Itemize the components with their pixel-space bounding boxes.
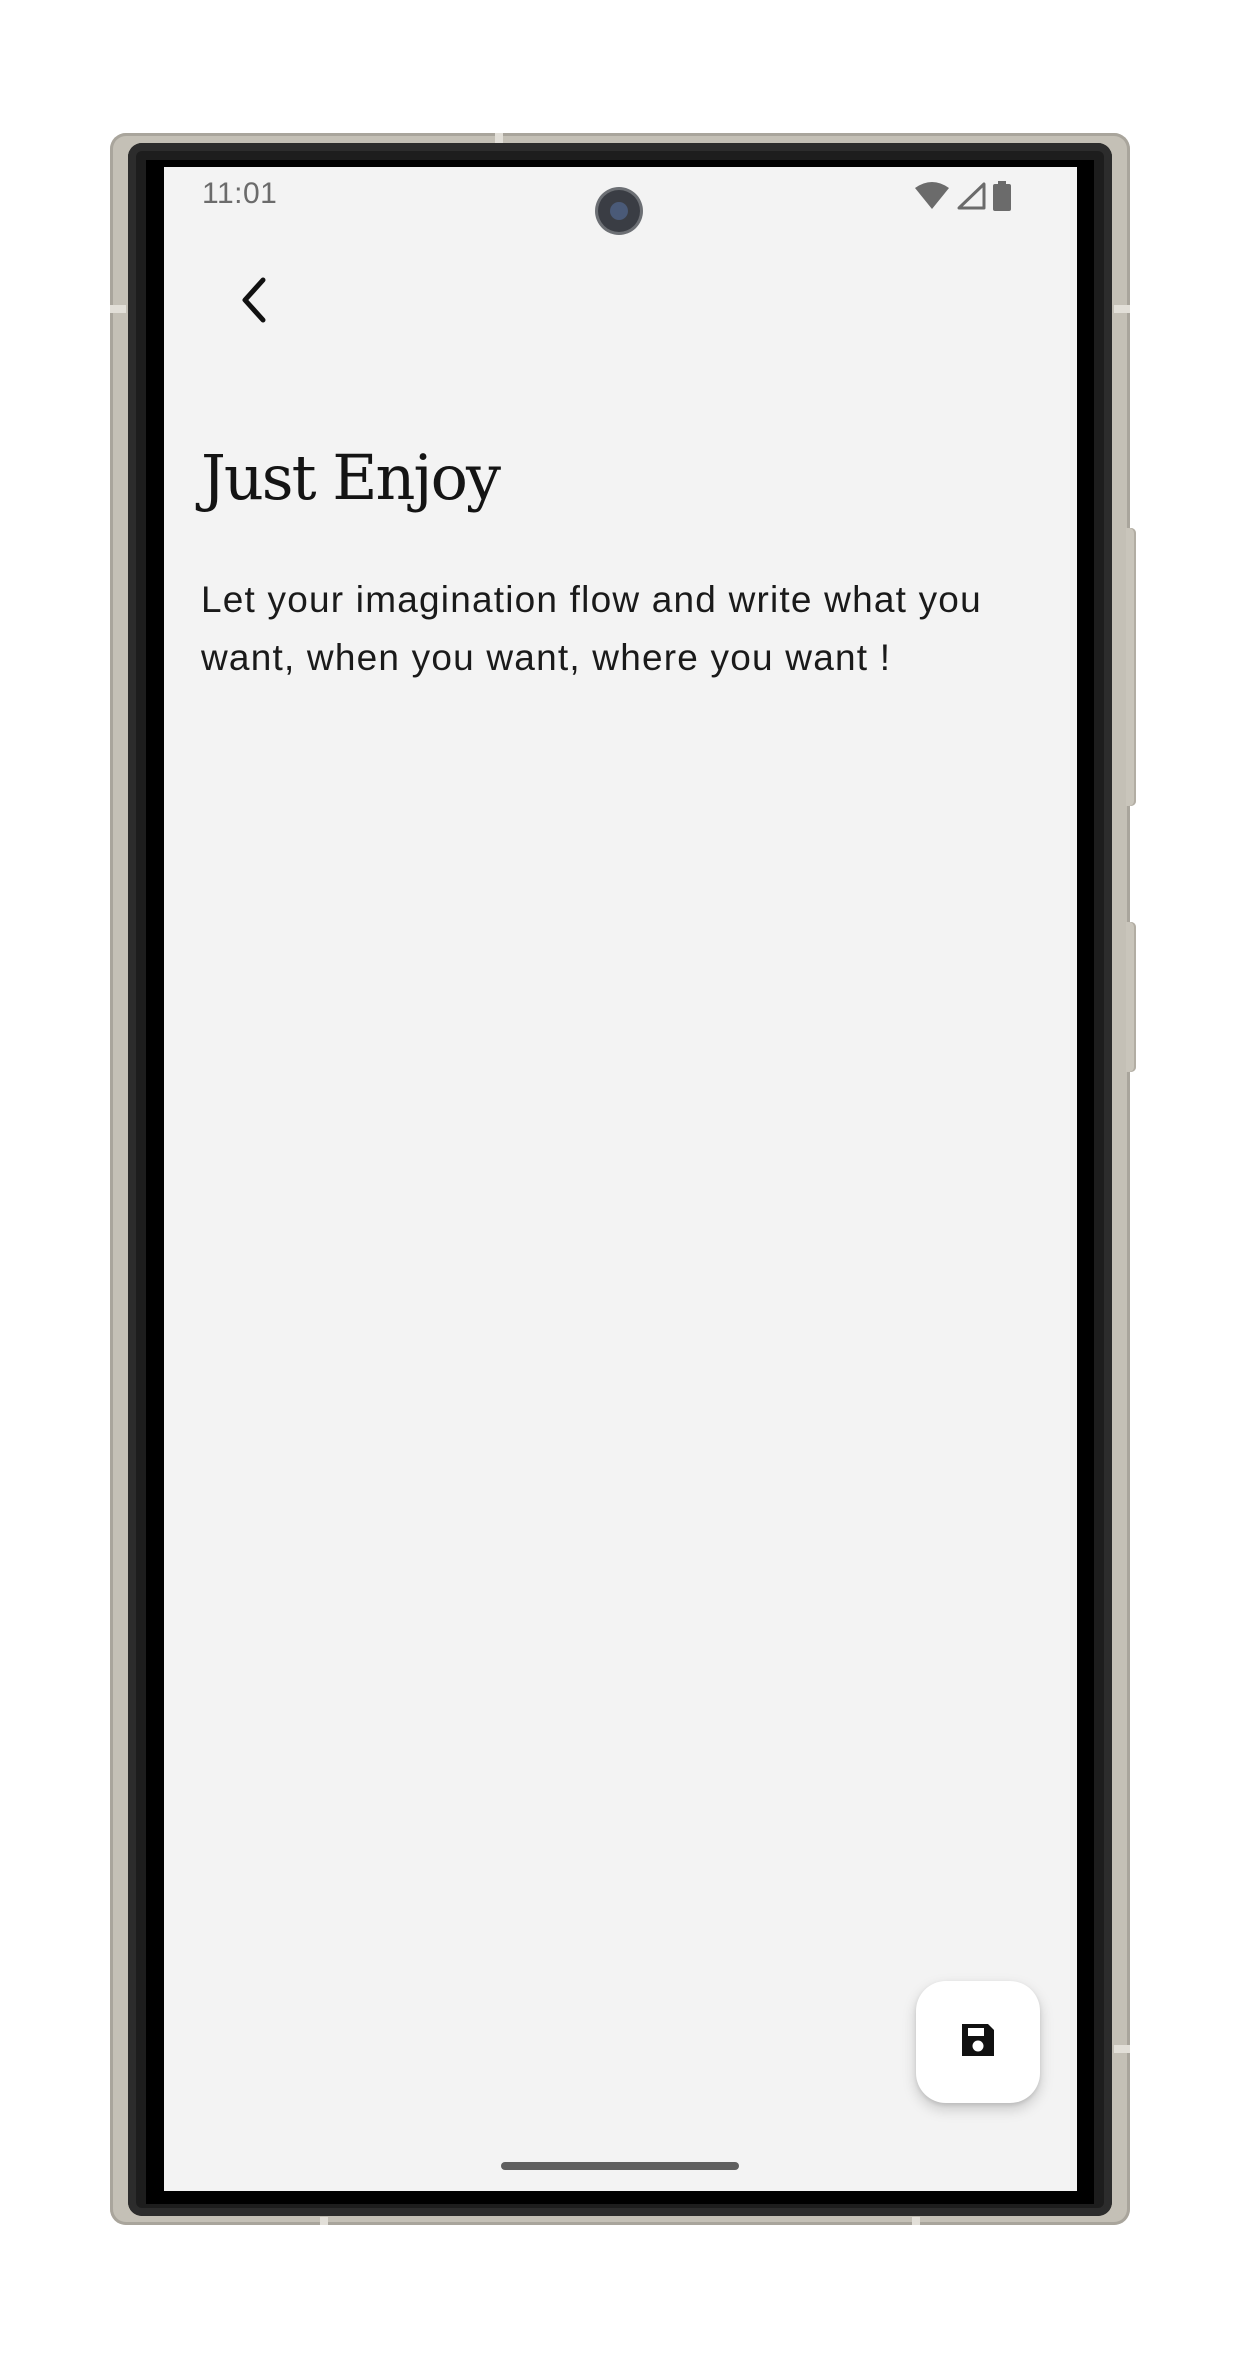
note-body-field[interactable]: Let your imagination flow and write what…: [201, 571, 1041, 687]
volume-button: [1126, 528, 1136, 806]
status-bar-time: 11:01: [202, 177, 278, 210]
chevron-left-icon: [237, 276, 271, 329]
battery-icon: [992, 181, 1012, 211]
front-camera: [598, 190, 640, 232]
antenna-line: [1114, 2045, 1130, 2053]
note-title[interactable]: Just Enjoy: [201, 441, 501, 514]
cell-signal-icon: [956, 182, 986, 210]
save-button[interactable]: [916, 1981, 1040, 2103]
app-screen: 11:01 Just Enjoy Let your imagination fl…: [164, 167, 1077, 2191]
antenna-line: [1114, 305, 1130, 313]
home-indicator[interactable]: [501, 2162, 739, 2170]
wifi-icon: [914, 182, 950, 210]
save-icon: [958, 2020, 998, 2065]
antenna-line: [320, 2217, 328, 2225]
antenna-line: [912, 2217, 920, 2225]
status-bar-icons: [914, 181, 1012, 211]
back-button[interactable]: [224, 272, 284, 332]
power-button: [1126, 922, 1136, 1072]
antenna-line: [110, 305, 126, 313]
